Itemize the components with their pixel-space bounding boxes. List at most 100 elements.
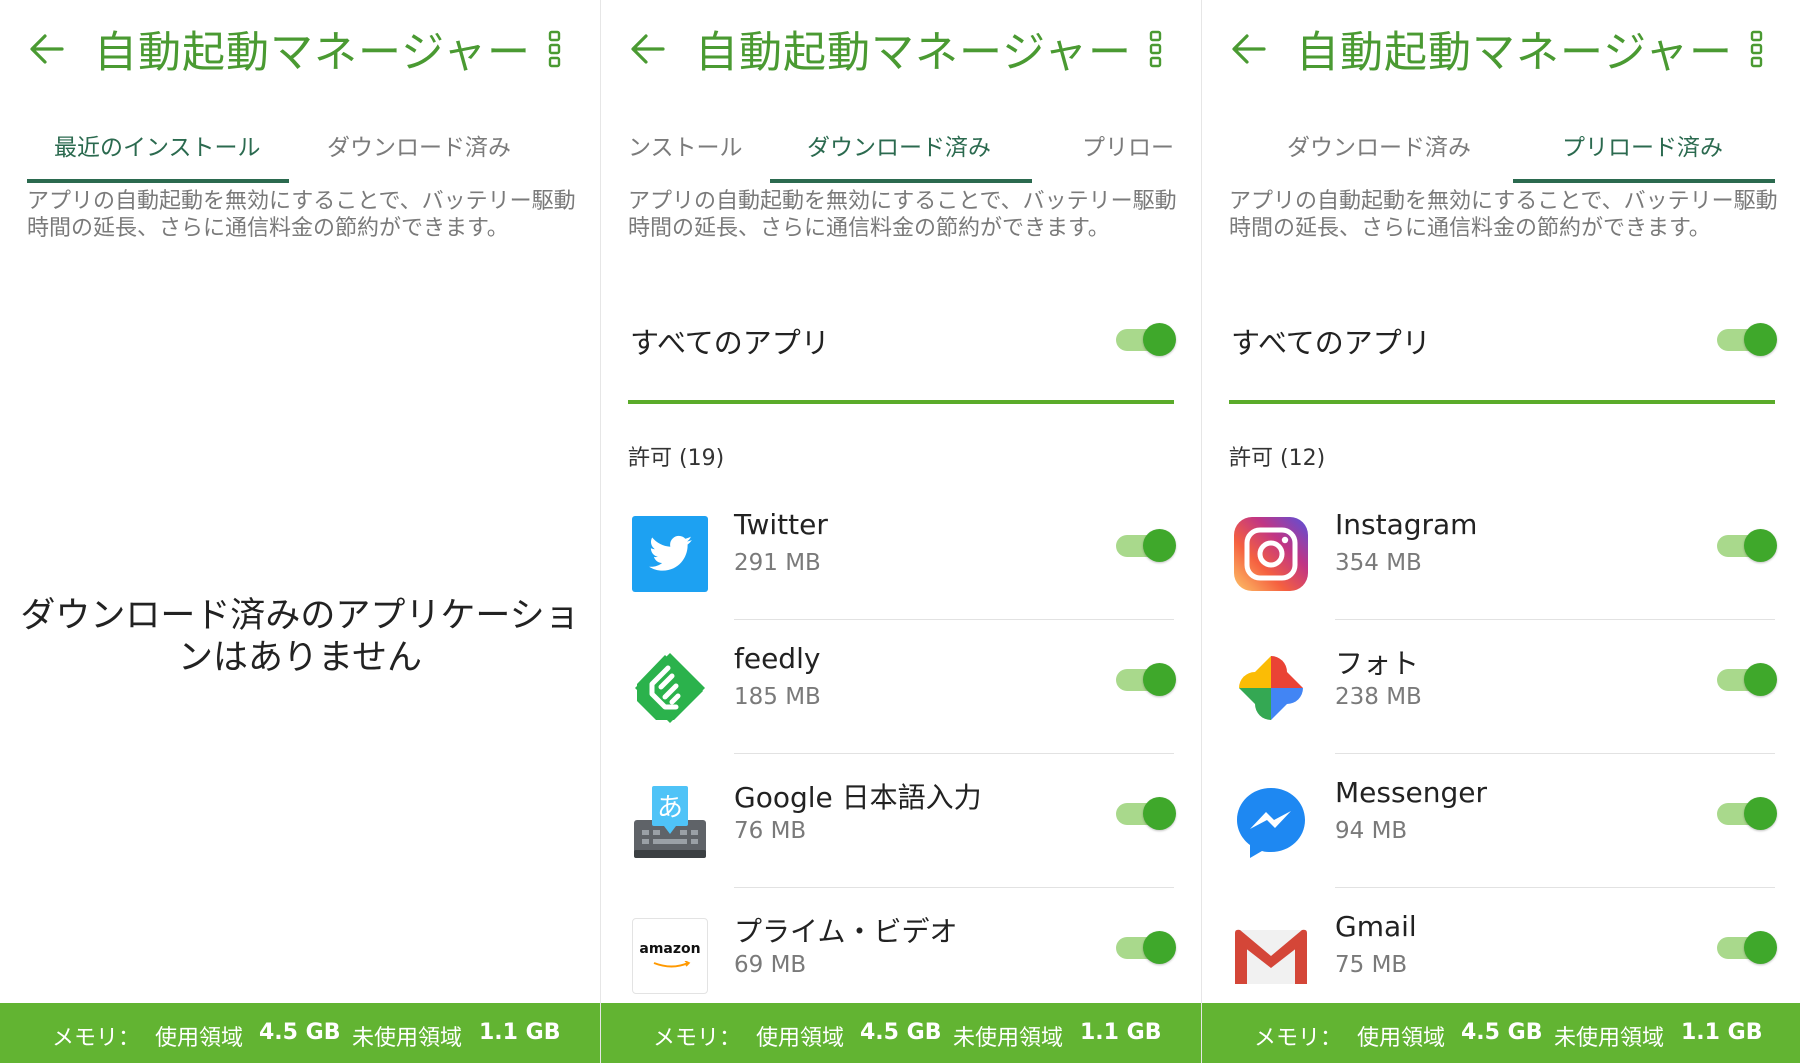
- used-value: 4.5 GB: [259, 1020, 341, 1045]
- tab-bar: 最近のインストール ダウンロード済み: [0, 116, 600, 186]
- app-autostart-toggle[interactable]: [1116, 662, 1176, 696]
- free-value: 1.1 GB: [1681, 1020, 1763, 1045]
- used-label: 使用領域: [1357, 1026, 1446, 1051]
- app-row-gmail[interactable]: Gmail 75 MB: [1202, 888, 1800, 1022]
- page-title: 自動起動マネージャー: [1296, 28, 1733, 78]
- active-tab-indicator: [770, 179, 1032, 183]
- back-arrow-icon[interactable]: [629, 30, 667, 68]
- app-name: プライム・ビデオ: [734, 915, 958, 948]
- used-label: 使用領域: [756, 1026, 845, 1051]
- app-autostart-toggle[interactable]: [1116, 796, 1176, 830]
- tab-preloaded[interactable]: プリロード済み: [1562, 128, 1723, 162]
- page-title: 自動起動マネージャー: [695, 28, 1132, 78]
- tab-downloaded[interactable]: ダウンロード済み: [1287, 128, 1471, 162]
- free-label: 未使用領域: [953, 1026, 1064, 1051]
- active-tab-indicator: [1513, 179, 1775, 183]
- tab-downloaded[interactable]: ダウンロード済み: [327, 128, 511, 162]
- app-name: Twitter: [734, 508, 828, 541]
- free-value: 1.1 GB: [479, 1020, 561, 1045]
- app-size: 69 MB: [734, 952, 807, 978]
- app-row-prime-video[interactable]: amazon プライム・ビデオ 69 MB: [601, 888, 1201, 1022]
- gmail-icon: [1235, 929, 1307, 984]
- description-text: アプリの自動起動を無効にすることで、バッテリー駆動時間の延長、さらに通信料金の節…: [1229, 189, 1778, 241]
- app-size: 291 MB: [734, 550, 821, 576]
- empty-state-line-1: ダウンロード済みのアプリケーショ: [20, 596, 580, 636]
- tab-preloaded[interactable]: プリロー: [1082, 128, 1174, 162]
- app-row-photos[interactable]: フォト 238 MB: [1202, 620, 1800, 754]
- all-apps-toggle[interactable]: [1717, 322, 1777, 356]
- used-value: 4.5 GB: [1461, 1020, 1543, 1045]
- app-bar: 自動起動マネージャー: [1202, 0, 1800, 96]
- app-bar: 自動起動マネージャー: [601, 0, 1201, 96]
- page-title: 自動起動マネージャー: [94, 28, 531, 78]
- allowed-section-header: 許可 (19): [628, 446, 725, 471]
- empty-state-message: ダウンロード済みのアプリケーショ ンはありません: [0, 595, 600, 679]
- app-name: Google 日本語入力: [734, 781, 982, 814]
- app-size: 94 MB: [1335, 818, 1408, 844]
- app-name: フォト: [1335, 647, 1420, 680]
- app-size: 354 MB: [1335, 550, 1422, 576]
- used-label: 使用領域: [155, 1026, 244, 1051]
- app-autostart-toggle[interactable]: [1116, 930, 1176, 964]
- more-options-icon[interactable]: [548, 30, 562, 68]
- messenger-icon: [1237, 788, 1305, 858]
- empty-state-line-2: ンはありません: [178, 638, 422, 678]
- back-arrow-icon[interactable]: [1230, 30, 1268, 68]
- all-apps-label: すべてのアプリ: [630, 326, 830, 360]
- description-text: アプリの自動起動を無効にすることで、バッテリー駆動時間の延長、さらに通信料金の節…: [27, 189, 576, 241]
- twitter-icon: [632, 516, 708, 592]
- app-row-messenger[interactable]: Messenger 94 MB: [1202, 754, 1800, 888]
- memory-label: メモリ：: [653, 1026, 742, 1051]
- panel-downloaded: 自動起動マネージャー ンストール ダウンロード済み プリロー アプリの自動起動を…: [601, 0, 1201, 1063]
- active-tab-indicator: [27, 179, 289, 183]
- app-size: 185 MB: [734, 684, 821, 710]
- app-name: Gmail: [1335, 910, 1417, 943]
- memory-status-bar: メモリ： 使用領域 4.5 GB 未使用領域 1.1 GB: [0, 1003, 600, 1063]
- app-row-feedly[interactable]: feedly 185 MB: [601, 620, 1201, 754]
- free-label: 未使用領域: [1554, 1026, 1665, 1051]
- app-autostart-toggle[interactable]: [1717, 930, 1777, 964]
- svg-text:あ: あ: [657, 793, 683, 823]
- memory-label: メモリ：: [1254, 1026, 1343, 1051]
- app-autostart-toggle[interactable]: [1717, 662, 1777, 696]
- free-value: 1.1 GB: [1080, 1020, 1162, 1045]
- app-autostart-toggle[interactable]: [1717, 796, 1777, 830]
- memory-label: メモリ：: [52, 1026, 141, 1051]
- all-apps-toggle[interactable]: [1116, 322, 1176, 356]
- free-label: 未使用領域: [352, 1026, 463, 1051]
- amazon-prime-video-icon: amazon: [632, 918, 708, 994]
- allowed-section-header: 許可 (12): [1229, 446, 1326, 471]
- tab-recent-installs[interactable]: 最近のインストール: [54, 128, 261, 162]
- more-options-icon[interactable]: [1750, 30, 1764, 68]
- tab-bar: ダウンロード済み プリロード済み: [1202, 116, 1800, 186]
- app-bar: 自動起動マネージャー: [0, 0, 600, 96]
- app-row-google-japanese-input[interactable]: あ Google 日本語入力 76 MB: [601, 754, 1201, 888]
- tab-recent-installs[interactable]: ンストール: [628, 128, 743, 162]
- more-options-icon[interactable]: [1149, 30, 1163, 68]
- memory-status-bar: メモリ： 使用領域 4.5 GB 未使用領域 1.1 GB: [601, 1003, 1201, 1063]
- app-row-twitter[interactable]: Twitter 291 MB: [601, 486, 1201, 620]
- app-autostart-toggle[interactable]: [1116, 528, 1176, 562]
- google-japanese-input-icon: あ: [634, 786, 706, 858]
- all-apps-row[interactable]: すべてのアプリ: [1229, 310, 1777, 400]
- tab-downloaded[interactable]: ダウンロード済み: [807, 128, 991, 162]
- panel-preloaded: 自動起動マネージャー ダウンロード済み プリロード済み アプリの自動起動を無効に…: [1202, 0, 1800, 1063]
- app-name: Messenger: [1335, 776, 1488, 809]
- memory-status-bar: メモリ： 使用領域 4.5 GB 未使用領域 1.1 GB: [1202, 1003, 1800, 1063]
- panel-recent-installs: 自動起動マネージャー 最近のインストール ダウンロード済み アプリの自動起動を無…: [0, 0, 600, 1063]
- tab-bar: ンストール ダウンロード済み プリロー: [601, 116, 1201, 186]
- app-name: Instagram: [1335, 508, 1478, 541]
- instagram-icon: [1234, 517, 1308, 591]
- used-value: 4.5 GB: [860, 1020, 942, 1045]
- all-apps-row[interactable]: すべてのアプリ: [628, 310, 1176, 400]
- amazon-logo-text: amazon: [639, 941, 701, 957]
- app-size: 76 MB: [734, 818, 807, 844]
- back-arrow-icon[interactable]: [28, 30, 66, 68]
- description-text: アプリの自動起動を無効にすることで、バッテリー駆動時間の延長、さらに通信料金の節…: [628, 189, 1177, 241]
- app-size: 238 MB: [1335, 684, 1422, 710]
- app-autostart-toggle[interactable]: [1717, 528, 1777, 562]
- section-divider: [1229, 400, 1775, 404]
- app-name: feedly: [734, 642, 821, 675]
- app-row-instagram[interactable]: Instagram 354 MB: [1202, 486, 1800, 620]
- google-photos-icon: [1239, 656, 1303, 720]
